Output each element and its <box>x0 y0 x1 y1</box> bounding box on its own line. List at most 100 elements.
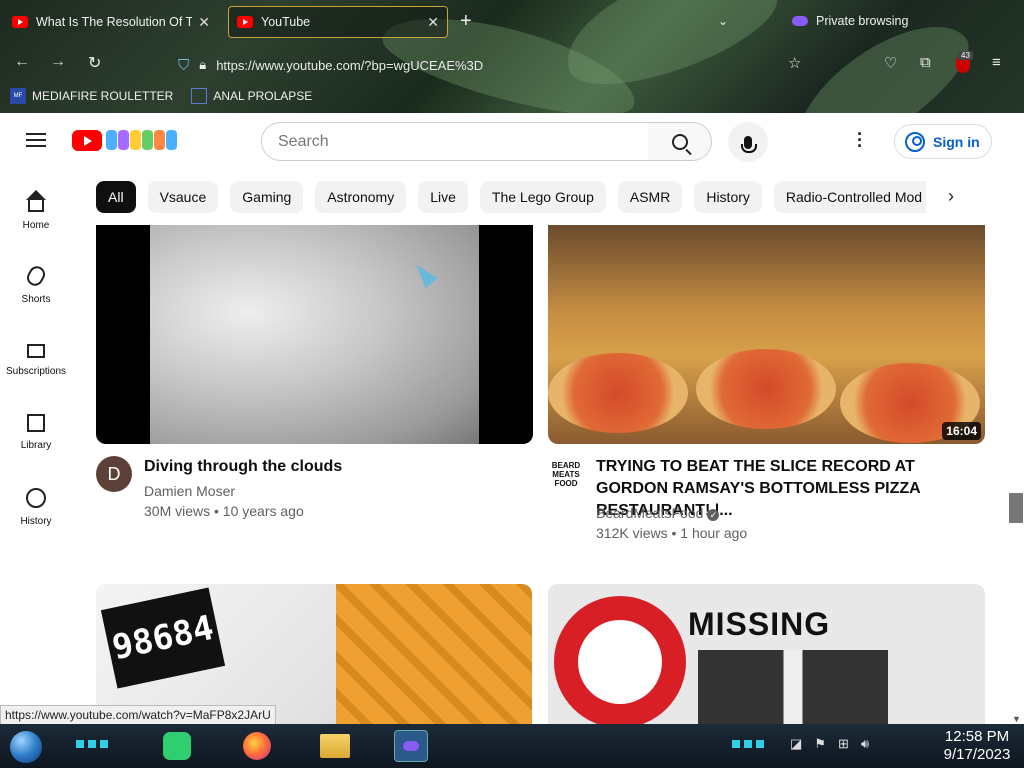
search-button[interactable] <box>648 122 712 161</box>
counter-display: 98684 <box>100 587 226 689</box>
close-icon[interactable]: ✕ <box>427 14 439 31</box>
sidebar-item-label: History <box>20 516 52 527</box>
tab-resolution[interactable]: What Is The Resolution Of The ✕ <box>4 6 218 38</box>
video-thumbnail-pizza[interactable]: 16:04 <box>548 225 985 444</box>
channel-name[interactable]: Damien Moser <box>144 481 235 501</box>
chip-astronomy[interactable]: Astronomy <box>315 181 407 213</box>
sidebar-item-subscriptions[interactable]: Subscriptions <box>0 324 72 398</box>
tab-youtube[interactable]: YouTube ✕ <box>228 6 448 38</box>
stay-safe-seal-image <box>554 596 686 724</box>
pocket-icon[interactable]: ♡ <box>884 54 897 72</box>
doodle-letter <box>118 130 129 150</box>
shield-icon[interactable]: ⛉ <box>178 57 189 74</box>
lock-icon[interactable]: 🔒︎ <box>199 57 206 73</box>
home-icon <box>26 190 46 212</box>
more-options-icon[interactable]: · · · <box>857 125 863 155</box>
url-bar[interactable]: ⛉ 🔒︎ https://www.youtube.com/?bp=wgUCEAE… <box>178 52 738 78</box>
bookmark-star-icon[interactable]: ☆ <box>788 54 801 72</box>
taskbar-clock[interactable]: 12:58 PM 9/17/2023 <box>934 728 1020 764</box>
subscriptions-icon <box>27 344 45 358</box>
sidebar-item-library[interactable]: Library <box>0 398 72 472</box>
sidebar-item-history[interactable]: History <box>0 472 72 546</box>
extensions-icon[interactable]: ⧉ <box>920 54 931 71</box>
firefox-icon <box>243 732 271 760</box>
shorts-icon <box>24 263 48 289</box>
youtube-logo[interactable] <box>72 130 102 151</box>
doodle-letter <box>130 130 141 150</box>
menu-icon[interactable]: ≡ <box>992 54 1001 71</box>
channel-name-text: BeardMeatsFood <box>596 505 704 521</box>
hamburger-menu-icon[interactable] <box>26 133 46 147</box>
chip-gaming[interactable]: Gaming <box>230 181 304 213</box>
extension-badge: 43 <box>958 51 973 60</box>
taskbar-app-files[interactable] <box>318 730 352 762</box>
voice-search-button[interactable] <box>728 122 768 162</box>
youtube-favicon-icon <box>237 16 253 28</box>
chip-lego[interactable]: The Lego Group <box>479 181 606 213</box>
back-arrow-icon[interactable]: ← <box>14 53 30 71</box>
sidebar-item-home[interactable]: Home <box>0 176 72 250</box>
taskbar: ◪ ⚑ ⊞ 🔊︎ 12:58 PM 9/17/2023 <box>0 724 1024 768</box>
taskbar-app-private-browser[interactable] <box>394 730 428 762</box>
scrollbar-thumb[interactable] <box>1009 493 1023 523</box>
missing-poster-text: MISSING <box>688 606 831 642</box>
search-input[interactable]: Search <box>261 122 649 161</box>
mediafire-icon: MF <box>10 88 26 104</box>
youtube-doodle[interactable] <box>106 130 177 150</box>
network-icon[interactable]: ⊞ <box>838 736 849 752</box>
clock-time: 12:58 PM <box>944 728 1010 745</box>
private-mask-icon <box>403 741 419 751</box>
private-mask-icon <box>792 16 808 26</box>
pizza-image <box>696 349 836 429</box>
sidebar-item-label: Shorts <box>21 294 51 305</box>
chip-all[interactable]: All <box>96 181 136 213</box>
chip-vsauce[interactable]: Vsauce <box>147 181 219 213</box>
reload-icon[interactable]: ↻ <box>88 53 101 73</box>
chevron-down-icon[interactable]: ⌄ <box>718 14 728 28</box>
pizza-image <box>548 353 688 433</box>
channel-name[interactable]: BeardMeatsFood ✓ <box>596 503 720 523</box>
video-meta: 30M views • 10 years ago <box>144 503 304 519</box>
sidebar: Home Shorts Subscriptions Library Histor… <box>0 176 72 546</box>
chevron-right-icon[interactable]: › <box>948 186 954 207</box>
chip-live[interactable]: Live <box>418 181 468 213</box>
new-tab-icon[interactable]: + <box>460 10 472 33</box>
video-title[interactable]: Diving through the clouds <box>144 456 524 478</box>
scroll-down-arrow-icon[interactable]: ▼ <box>1012 714 1021 724</box>
channel-avatar[interactable]: D <box>96 456 132 492</box>
channel-avatar[interactable]: BEARD MEATS FOOD <box>548 456 584 492</box>
video-thumbnail-counter[interactable]: 98684 <box>96 584 532 724</box>
sign-in-button[interactable]: Sign in <box>894 124 992 159</box>
flag-icon[interactable]: ⚑ <box>814 736 826 752</box>
private-browsing-indicator: Private browsing <box>792 14 908 28</box>
tab-label: YouTube <box>261 15 311 29</box>
private-label: Private browsing <box>816 14 909 28</box>
verified-icon: ✓ <box>707 509 720 521</box>
sign-in-label: Sign in <box>933 133 980 150</box>
sidebar-item-shorts[interactable]: Shorts <box>0 250 72 324</box>
taskbar-app-notes[interactable] <box>160 730 194 762</box>
browser-chrome: What Is The Resolution Of The ✕ YouTube … <box>0 0 1024 113</box>
search-icon <box>671 133 688 150</box>
close-icon[interactable]: ✕ <box>198 14 210 31</box>
start-orb-icon[interactable] <box>10 731 42 763</box>
status-url: https://www.youtube.com/watch?v=MaFP8x2J… <box>0 705 276 725</box>
bookmark-label: MEDIAFIRE ROULETTER <box>32 89 174 103</box>
doodle-letter <box>154 130 165 150</box>
doodle-letter <box>106 130 117 150</box>
forward-arrow-icon[interactable]: → <box>50 53 66 71</box>
volume-icon[interactable]: 🔊︎ <box>861 736 869 752</box>
chip-asmr[interactable]: ASMR <box>617 181 683 213</box>
tray-app-icon[interactable]: ◪ <box>790 736 802 752</box>
bookmark-folder[interactable]: ANAL PROLAPSE <box>191 88 312 104</box>
chip-rc-models[interactable]: Radio-Controlled Mod <box>773 181 926 213</box>
account-icon <box>905 131 925 152</box>
youtube-favicon-icon <box>12 16 28 28</box>
bookmark-mediafire[interactable]: MF MEDIAFIRE ROULETTER <box>10 88 173 104</box>
video-thumbnail-clouds[interactable] <box>96 225 533 444</box>
bookmarks-bar: MF MEDIAFIRE ROULETTER ANAL PROLAPSE <box>10 88 322 104</box>
chip-history[interactable]: History <box>694 181 762 213</box>
video-thumbnail-missing[interactable]: MISSING <box>548 584 985 724</box>
url-text[interactable]: https://www.youtube.com/?bp=wgUCEAE%3D <box>216 58 483 73</box>
taskbar-app-firefox[interactable] <box>240 730 274 762</box>
